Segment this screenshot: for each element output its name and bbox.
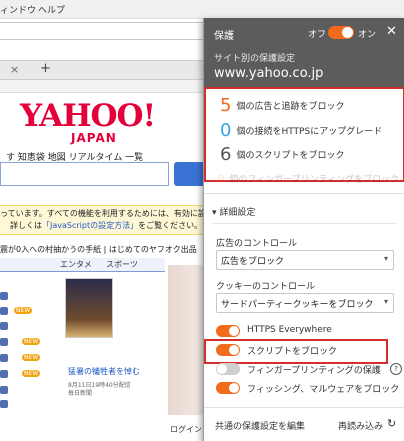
camera-icon bbox=[0, 322, 8, 330]
yahoo-logo-sub: JAPAN bbox=[71, 131, 117, 145]
phishing-malware-switch[interactable] bbox=[216, 382, 240, 394]
ads-control-select[interactable]: 広告をブロック ▾ bbox=[216, 250, 394, 270]
warning-prefix: 詳しくは bbox=[10, 221, 42, 230]
toggle-knob bbox=[229, 383, 239, 393]
menu-bar: ィンドウ ヘルプ bbox=[0, 0, 404, 19]
menu-window[interactable]: ィンドウ bbox=[0, 3, 36, 16]
protection-toggle[interactable] bbox=[328, 26, 354, 39]
news-headline[interactable]: 猛暑の犠牲者を悼む bbox=[68, 366, 140, 377]
toggle-on-label: オン bbox=[358, 30, 377, 40]
protection-panel: 保護 オフ オン ✕ サイト別の保護設定 www.yahoo.co.jp 5 個の… bbox=[203, 18, 404, 441]
help-icon[interactable]: ? bbox=[390, 363, 402, 375]
cookie-control-select[interactable]: サードパーティークッキーをブロック ▾ bbox=[216, 293, 394, 313]
stat-scripts: 6 個のスクリプトをブロック bbox=[220, 144, 344, 165]
camera-icon bbox=[0, 307, 8, 315]
camera-icon bbox=[0, 370, 8, 378]
news-tabs: エンタメ スポーツ bbox=[0, 258, 165, 272]
new-badge: NEW bbox=[22, 338, 41, 345]
toggle-block-scripts: スクリプトをブロック bbox=[216, 343, 401, 357]
tab-sports[interactable]: スポーツ bbox=[106, 259, 138, 270]
toggle-label: フィッシング、マルウェアをブロック bbox=[247, 385, 400, 395]
stat-count: 5 bbox=[220, 95, 232, 116]
camera-icon bbox=[0, 292, 8, 300]
select-value: サードパーティークッキーをブロック bbox=[221, 300, 374, 310]
close-icon[interactable]: ✕ bbox=[386, 24, 397, 39]
warning-text-2: 詳しくは「JavaScriptの設定方法」をご覧ください。 bbox=[10, 220, 202, 231]
search-input[interactable] bbox=[0, 162, 169, 186]
toggle-knob bbox=[342, 27, 353, 38]
reload-icon[interactable]: ↻ bbox=[387, 417, 396, 430]
toggle-phishing-malware: フィッシング、マルウェアをブロック bbox=[216, 381, 401, 395]
tab-entertainment[interactable]: エンタメ bbox=[60, 259, 92, 270]
panel-header: 保護 オフ オン ✕ サイト別の保護設定 www.yahoo.co.jp bbox=[204, 18, 404, 88]
stat-count: 0 bbox=[218, 174, 225, 185]
new-badge: NEW bbox=[22, 354, 41, 361]
site-domain: www.yahoo.co.jp bbox=[214, 66, 324, 81]
divider bbox=[204, 407, 404, 408]
toggle-knob bbox=[229, 345, 239, 355]
warning-suffix: をご覧ください。 bbox=[138, 221, 203, 230]
stat-count: 6 bbox=[220, 144, 232, 165]
fingerprinting-switch[interactable] bbox=[216, 363, 240, 375]
tab-strip bbox=[0, 60, 210, 80]
warning-text: っています。すべての機能を利用するためには、有効に設定 bbox=[0, 209, 214, 218]
panel-title: 保護 bbox=[214, 31, 234, 42]
camera-icon bbox=[0, 338, 8, 346]
blocked-stats: 5 個の広告と追跡をブロック 0 個の接続をHTTPSにアップグレード 6 個のスクリ… bbox=[204, 87, 404, 182]
new-badge: NEW bbox=[14, 307, 33, 314]
javascript-help-link[interactable]: 「JavaScriptの設定方法」 bbox=[42, 221, 138, 230]
news-photo[interactable] bbox=[65, 278, 113, 338]
camera-icon bbox=[0, 400, 8, 408]
toggle-knob bbox=[229, 326, 239, 336]
stat-https-upgrades: 0 個の接続をHTTPSにアップグレード bbox=[220, 120, 382, 141]
toggle-https-everywhere: HTTPS Everywhere bbox=[216, 324, 401, 338]
stat-label: 個の広告と追跡をブロック bbox=[236, 102, 345, 112]
divider bbox=[212, 223, 397, 224]
divider bbox=[204, 193, 404, 194]
block-scripts-switch[interactable] bbox=[216, 344, 240, 356]
toggle-label: スクリプトをブロック bbox=[247, 347, 338, 357]
browser-toolbar bbox=[0, 80, 210, 93]
new-badge: NEW bbox=[22, 370, 41, 377]
camera-icon bbox=[0, 354, 8, 362]
select-value: 広告をブロック bbox=[221, 257, 285, 267]
stat-fingerprinting: 0 個のフィンガープリンティングをブロック bbox=[218, 172, 399, 185]
advanced-settings-toggle[interactable]: ▾ 詳細設定 bbox=[212, 205, 255, 218]
ads-control-label: 広告のコントロール bbox=[216, 239, 298, 249]
login-link[interactable]: ログイン bbox=[170, 424, 202, 435]
tab-close-icon[interactable]: × bbox=[10, 63, 19, 76]
stat-ads-trackers: 5 個の広告と追跡をブロック bbox=[220, 95, 344, 116]
stat-label: 個の接続をHTTPSにアップグレード bbox=[236, 127, 383, 137]
address-bar[interactable] bbox=[0, 22, 211, 40]
toggle-label: フィンガープリンティングの保護 bbox=[247, 366, 381, 376]
chevron-down-icon: ▾ bbox=[383, 297, 388, 306]
camera-icon bbox=[0, 386, 8, 394]
chevron-down-icon: ▾ bbox=[383, 254, 388, 263]
toggle-off-label: オフ bbox=[308, 30, 327, 40]
info-links[interactable]: 震が0入への村抽かうの手紙 | はじめてのヤフオク出品 bbox=[0, 244, 197, 255]
stat-count: 0 bbox=[220, 120, 232, 141]
new-tab-icon[interactable]: + bbox=[40, 61, 51, 76]
stat-label: 個のフィンガープリンティングをブロック bbox=[229, 175, 400, 185]
edit-global-settings-link[interactable]: 共通の保護設定を編集 bbox=[215, 419, 305, 432]
https-everywhere-switch[interactable] bbox=[216, 325, 240, 337]
panel-subtitle: サイト別の保護設定 bbox=[214, 54, 296, 64]
yahoo-logo[interactable]: YAHOO! bbox=[20, 98, 156, 134]
toggle-fingerprinting: フィンガープリンティングの保護 ? bbox=[216, 362, 402, 376]
cookie-control-label: クッキーのコントロール bbox=[216, 282, 316, 292]
stat-label: 個のスクリプトをブロック bbox=[236, 151, 345, 161]
toggle-label: HTTPS Everywhere bbox=[247, 325, 332, 335]
menu-help[interactable]: ヘルプ bbox=[38, 3, 65, 16]
reload-link[interactable]: 再読み込み bbox=[338, 419, 383, 432]
news-source: 毎日新聞 bbox=[68, 390, 93, 397]
toggle-knob bbox=[217, 364, 227, 374]
